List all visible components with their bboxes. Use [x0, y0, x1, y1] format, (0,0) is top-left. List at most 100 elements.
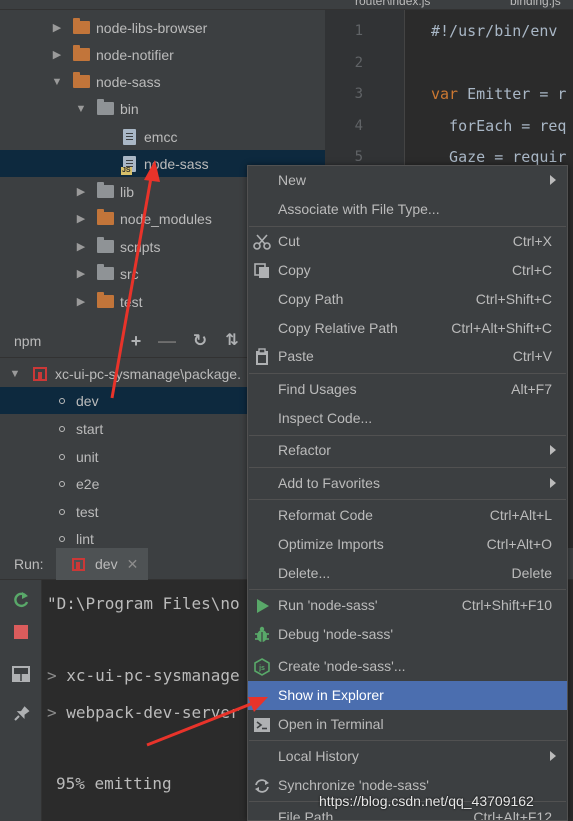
close-icon[interactable]: ✕	[127, 556, 139, 573]
menu-item-label: Create 'node-sass'...	[278, 658, 406, 674]
menu-item-label: Add to Favorites	[278, 475, 380, 491]
tree-item-label: node-notifier	[96, 46, 174, 63]
tree-item-emcc[interactable]: emcc	[0, 123, 325, 150]
tree-item-label: scripts	[120, 238, 161, 255]
folder-icon	[97, 99, 114, 115]
pin-icon[interactable]	[11, 704, 31, 724]
menu-item-add-to-favorites[interactable]: Add to Favorites	[248, 469, 567, 498]
add-icon[interactable]: +	[126, 331, 146, 351]
console-line: 95% emitting	[56, 774, 172, 793]
chevron-right-icon[interactable]: ▶	[74, 267, 88, 280]
menu-item-reformat-code[interactable]: Reformat Code Ctrl+Alt+L	[248, 501, 567, 530]
menu-item-debug[interactable]: Debug 'node-sass'	[248, 620, 567, 649]
menu-item-refactor[interactable]: Refactor	[248, 436, 567, 465]
folder-icon	[73, 72, 90, 88]
script-bullet-icon	[59, 453, 65, 460]
npm-script-label: test	[76, 503, 99, 520]
menu-item-shortcut: Ctrl+V	[512, 348, 552, 364]
menu-item-show-in-explorer[interactable]: Show in Explorer	[248, 681, 567, 710]
editor-tab[interactable]: binding.js	[510, 0, 561, 8]
menu-item-delete[interactable]: Delete... Delete	[248, 559, 567, 588]
code-line: forEach = req	[431, 117, 567, 135]
rerun-icon[interactable]	[11, 590, 31, 610]
menu-item-label: Show in Explorer	[278, 687, 384, 703]
chevron-down-icon[interactable]: ▼	[50, 76, 64, 88]
menu-item-label: Local History	[278, 748, 359, 764]
chevron-right-icon[interactable]: ▶	[50, 21, 64, 34]
code-keyword: var	[431, 85, 459, 103]
tree-item-label: lib	[120, 183, 135, 200]
tree-item-label: node_modules	[120, 210, 212, 227]
menu-item-find-usages[interactable]: Find Usages Alt+F7	[248, 375, 567, 404]
layout-icon[interactable]	[11, 664, 31, 684]
collapse-all-icon[interactable]: ⇅	[222, 331, 242, 351]
menu-item-inspect-code[interactable]: Inspect Code...	[248, 404, 567, 433]
line-number: 4	[354, 118, 363, 134]
menu-item-optimize-imports[interactable]: Optimize Imports Ctrl+Alt+O	[248, 530, 567, 559]
minus-icon[interactable]: —	[157, 331, 177, 351]
tree-item-bin[interactable]: ▼ bin	[0, 95, 325, 122]
prompt-chevron-icon: >	[47, 666, 67, 685]
console-line: > webpack-dev-server	[47, 703, 240, 722]
chevron-right-icon[interactable]: ▶	[74, 212, 88, 225]
stop-icon[interactable]	[11, 622, 31, 642]
menu-item-shortcut: Ctrl+Alt+Shift+C	[451, 320, 552, 336]
tree-item-node-libs-browser[interactable]: ▶ node-libs-browser	[0, 14, 325, 41]
tree-item-label: src	[120, 265, 139, 282]
tree-item-node-notifier[interactable]: ▶ node-notifier	[0, 41, 325, 68]
menu-item-label: Find Usages	[278, 381, 357, 397]
chevron-down-icon[interactable]: ▼	[8, 368, 22, 380]
menu-item-associate-file-type[interactable]: Associate with File Type...	[248, 195, 567, 224]
submenu-arrow-icon	[550, 478, 556, 488]
menu-item-new[interactable]: New	[248, 166, 567, 195]
menu-item-copy-relative-path[interactable]: Copy Relative Path Ctrl+Alt+Shift+C	[248, 314, 567, 343]
menu-separator	[249, 589, 566, 590]
chevron-down-icon[interactable]: ▼	[74, 103, 88, 115]
menu-item-local-history[interactable]: Local History	[248, 742, 567, 771]
line-number: 3	[354, 86, 363, 102]
chevron-right-icon[interactable]: ▶	[74, 240, 88, 253]
folder-icon	[73, 18, 90, 34]
menu-item-copy-path[interactable]: Copy Path Ctrl+Shift+C	[248, 285, 567, 314]
editor-tab[interactable]: router\index.js	[355, 0, 430, 8]
menu-item-shortcut: Ctrl+X	[512, 233, 552, 249]
line-number: 5	[354, 149, 363, 165]
menu-item-shortcut: Ctrl+Shift+C	[475, 291, 552, 307]
npm-script-label: lint	[76, 530, 94, 547]
context-menu: New Associate with File Type... Cut Ctrl…	[247, 165, 568, 821]
submenu-arrow-icon	[550, 175, 556, 185]
menu-item-open-in-terminal[interactable]: Open in Terminal	[248, 710, 567, 739]
menu-separator	[249, 373, 566, 374]
menu-item-shortcut: Ctrl+C	[511, 262, 552, 278]
menu-separator	[249, 499, 566, 500]
refresh-icon[interactable]: ↻	[190, 331, 210, 351]
tree-item-label: bin	[120, 100, 139, 117]
line-number: 2	[354, 55, 363, 71]
menu-item-label: Reformat Code	[278, 507, 373, 523]
svg-text:js: js	[258, 665, 265, 672]
npm-run-icon	[72, 557, 85, 571]
tree-item-node-sass-folder[interactable]: ▼ node-sass	[0, 68, 325, 95]
menu-item-copy[interactable]: Copy Ctrl+C	[248, 256, 567, 285]
copy-icon	[253, 262, 271, 280]
menu-item-create-config[interactable]: js Create 'node-sass'...	[248, 652, 567, 681]
npm-script-label: e2e	[76, 475, 100, 492]
npm-package-label: xc-ui-pc-sysmanage\package.	[55, 365, 241, 382]
chevron-right-icon[interactable]: ▶	[74, 185, 88, 198]
menu-item-run[interactable]: Run 'node-sass' Ctrl+Shift+F10	[248, 591, 567, 620]
code-line: #!/usr/bin/env	[431, 22, 558, 40]
run-tab-dev[interactable]: dev ✕	[56, 548, 148, 580]
chevron-right-icon[interactable]: ▶	[74, 295, 88, 308]
menu-item-label: Delete...	[278, 565, 331, 581]
console-line: "D:\Program Files\no	[47, 594, 240, 613]
tree-item-label: emcc	[144, 128, 178, 145]
menu-item-shortcut: Ctrl+Alt+L	[489, 507, 552, 523]
npm-panel-title: npm	[14, 333, 42, 349]
menu-item-paste[interactable]: Paste Ctrl+V	[248, 342, 567, 371]
menu-item-label: File Path	[278, 809, 334, 821]
menu-item-label: Inspect Code...	[278, 410, 373, 426]
chevron-right-icon[interactable]: ▶	[50, 48, 64, 61]
menu-item-cut[interactable]: Cut Ctrl+X	[248, 227, 567, 256]
nodejs-icon: js	[253, 658, 271, 676]
menu-item-label: Optimize Imports	[278, 536, 384, 552]
